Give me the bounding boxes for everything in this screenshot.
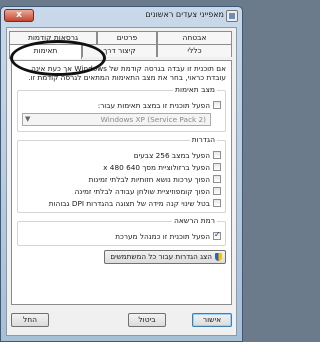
tab-shortcut[interactable]: קיצור דרך: [82, 44, 157, 57]
privilege-group: רמת הרשאה הפעל תוכנית זו כמנהל מערכת: [17, 216, 226, 246]
compatibility-panel: אם תוכנית זו עבדה בגרסה קודמת של Windows…: [11, 60, 232, 305]
tab-details[interactable]: פרטים: [97, 31, 157, 44]
setting-row[interactable]: הפעל ברזולוציית מסך 640 x 480: [22, 161, 221, 173]
compat-mode-row[interactable]: הפעל תוכנית זו במצב תאימות עבור:: [22, 99, 221, 111]
run-as-admin-checkbox[interactable]: [213, 230, 221, 240]
setting-checkbox[interactable]: [213, 199, 221, 207]
tab-general[interactable]: כללי: [157, 44, 232, 57]
os-version-value: Windows XP (Service Pack 2): [100, 115, 206, 124]
properties-window: מאפייני צעדים ראשונים x אבטחה פרטים גרסא…: [0, 6, 243, 342]
title-bar[interactable]: מאפייני צעדים ראשונים x: [1, 7, 242, 25]
ok-button[interactable]: אישור: [192, 313, 232, 327]
compat-mode-checkbox[interactable]: [213, 101, 221, 109]
setting-label: הפעל במצב 256 צבעים: [133, 150, 210, 160]
settings-title: הגדרות: [189, 135, 217, 144]
setting-checkbox[interactable]: [213, 151, 221, 159]
close-button[interactable]: x: [4, 9, 34, 22]
setting-checkbox[interactable]: [213, 163, 221, 171]
setting-row[interactable]: הפעל במצב 256 צבעים: [22, 149, 221, 161]
tab-strip: אבטחה פרטים גרסאות קודמות כללי קיצור דרך…: [9, 31, 232, 61]
cancel-button[interactable]: ביטול: [128, 313, 166, 327]
chevron-down-icon: ▼: [25, 115, 31, 123]
run-as-admin-row[interactable]: הפעל תוכנית זו כמנהל מערכת: [22, 230, 221, 242]
uac-shield-icon: [215, 253, 222, 261]
setting-row[interactable]: בטל שינוי קנה מידה של תצוגה בהגדרות DPI …: [22, 197, 221, 209]
compat-mode-group: מצב תאימות הפעל תוכנית זו במצב תאימות עב…: [17, 85, 226, 132]
setting-label: הפוך קומפוזיציית שולחן עבודה לבלתי זמינה: [74, 186, 210, 196]
os-version-select[interactable]: ▼ Windows XP (Service Pack 2): [22, 113, 211, 126]
dialog-client-area: אבטחה פרטים גרסאות קודמות כללי קיצור דרך…: [6, 27, 237, 336]
tab-previous-versions[interactable]: גרסאות קודמות: [9, 31, 97, 44]
privilege-title: רמת הרשאה: [171, 216, 217, 225]
window-title: מאפייני צעדים ראשונים: [145, 10, 224, 19]
all-users-settings-button[interactable]: הצג הגדרות עבור כל המשתמשים: [104, 250, 226, 264]
tab-security[interactable]: אבטחה: [157, 31, 232, 44]
compat-mode-title: מצב תאימות: [173, 85, 217, 94]
setting-row[interactable]: הפוך קומפוזיציית שולחן עבודה לבלתי זמינה: [22, 185, 221, 197]
setting-label: הפוך ערכות נושא חזותיות לבלתי זמינות: [88, 174, 210, 184]
shortcut-icon: [226, 10, 238, 22]
run-as-admin-label: הפעל תוכנית זו כמנהל מערכת: [115, 231, 210, 241]
setting-checkbox[interactable]: [213, 187, 221, 195]
setting-label: הפעל ברזולוציית מסך 640 x 480: [103, 162, 210, 172]
compat-mode-label: הפעל תוכנית זו במצב תאימות עבור:: [97, 100, 210, 110]
setting-checkbox[interactable]: [213, 175, 221, 183]
apply-button[interactable]: החל: [11, 313, 49, 327]
setting-row[interactable]: הפוך ערכות נושא חזותיות לבלתי זמינות: [22, 173, 221, 185]
settings-group: הגדרות הפעל במצב 256 צבעים הפעל ברזולוצי…: [17, 135, 226, 213]
tab-compatibility[interactable]: תאימות: [9, 44, 82, 59]
compatibility-description: אם תוכנית זו עבדה בגרסה קודמת של Windows…: [28, 64, 226, 82]
all-users-label: הצג הגדרות עבור כל המשתמשים: [110, 252, 212, 261]
setting-label: בטל שינוי קנה מידה של תצוגה בהגדרות DPI …: [48, 198, 210, 208]
